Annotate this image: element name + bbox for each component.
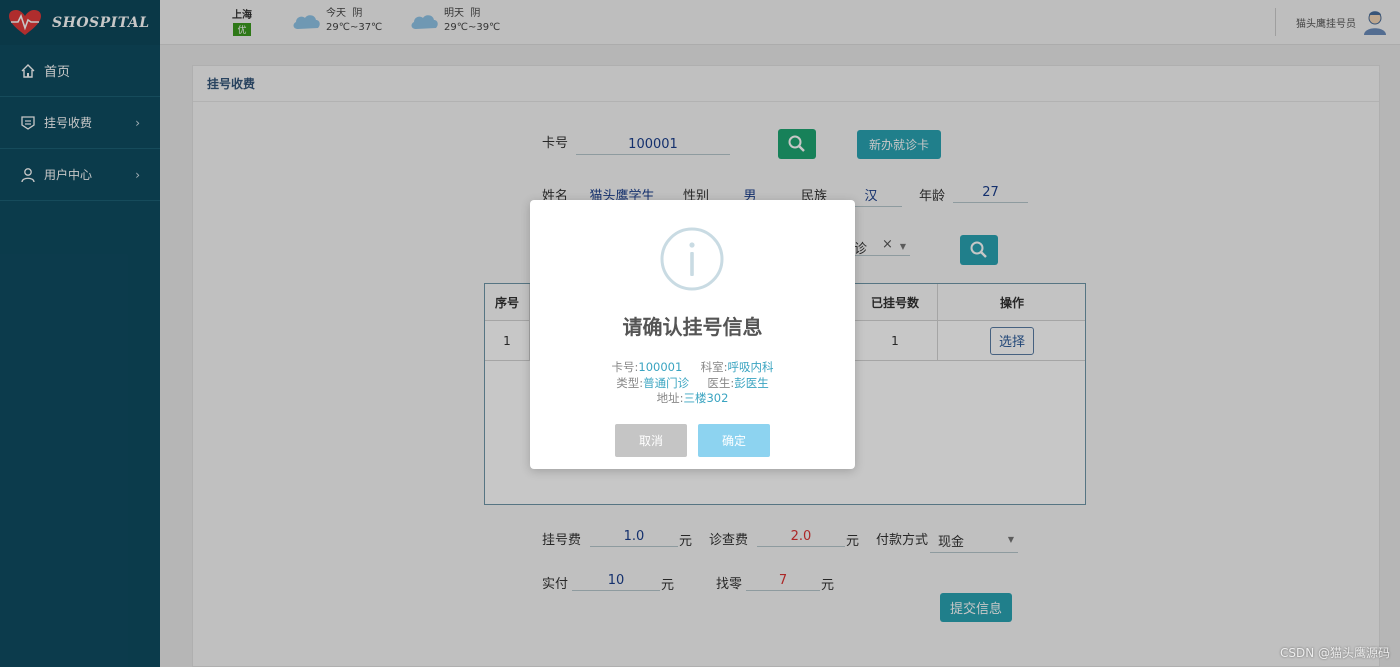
info-icon	[660, 227, 724, 291]
dialog-line-3: 地址:三楼302	[530, 390, 855, 406]
card-value: 100001	[638, 360, 683, 374]
address-label: 地址:	[656, 391, 684, 405]
type-value: 普通门诊	[643, 376, 690, 390]
card-label: 卡号:	[611, 360, 639, 374]
address-value: 三楼302	[683, 391, 729, 405]
dialog-line-2: 类型:普通门诊 医生:彭医生	[530, 375, 855, 391]
dept-label: 科室:	[700, 360, 728, 374]
type-label: 类型:	[616, 376, 644, 390]
cancel-button[interactable]: 取消	[615, 424, 687, 457]
doctor-value: 彭医生	[734, 376, 769, 390]
confirm-button[interactable]: 确定	[698, 424, 770, 457]
watermark: CSDN @猫头鹰源码	[1279, 646, 1390, 660]
dialog-title: 请确认挂号信息	[622, 315, 763, 339]
dept-value: 呼吸内科	[727, 360, 774, 374]
dialog-line-1: 卡号:100001 科室:呼吸内科	[530, 359, 855, 375]
confirm-dialog: 请确认挂号信息 卡号:100001 科室:呼吸内科 类型:普通门诊 医生:彭医生…	[530, 200, 855, 469]
doctor-label: 医生:	[707, 376, 735, 390]
